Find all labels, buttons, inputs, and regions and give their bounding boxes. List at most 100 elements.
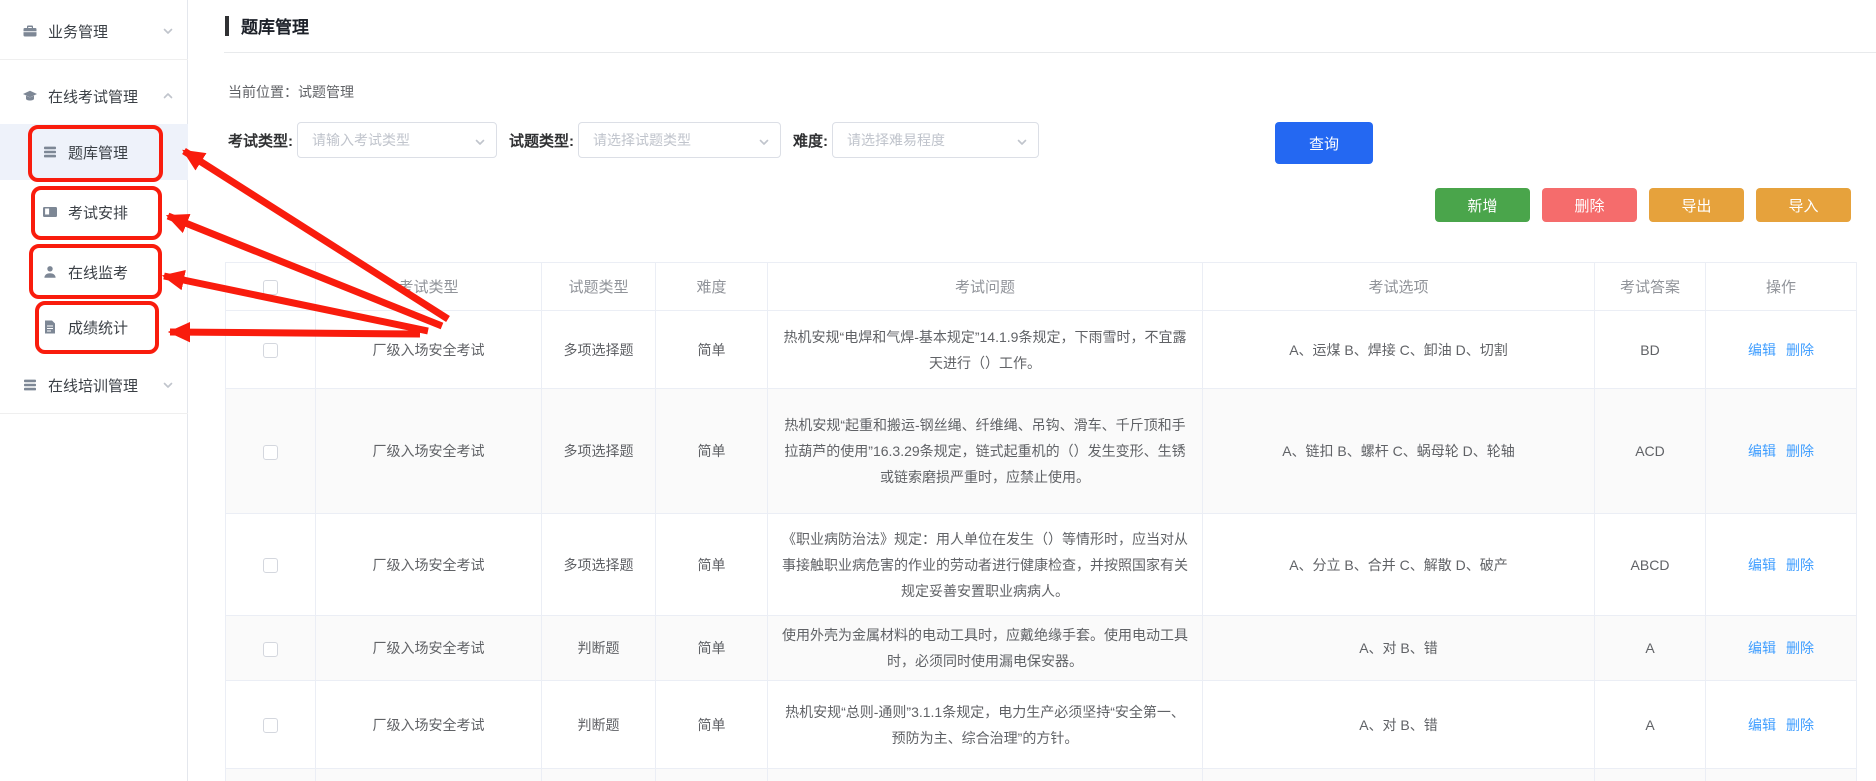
- query-button[interactable]: 查询: [1275, 122, 1373, 164]
- export-button[interactable]: 导出: [1649, 188, 1744, 222]
- delete-button[interactable]: 删除: [1542, 188, 1637, 222]
- edit-link[interactable]: 编辑: [1748, 342, 1776, 358]
- cell-operations: 编辑删除: [1706, 389, 1857, 514]
- sidebar-item-exam-schedule[interactable]: 考试安排: [0, 186, 188, 238]
- delete-link[interactable]: 删除: [1786, 342, 1814, 358]
- cell-options: A、对 B、错: [1203, 681, 1595, 769]
- cell-exam-type: 厂级入场安全考试: [316, 311, 542, 389]
- row-checkbox[interactable]: [263, 445, 278, 460]
- delete-link[interactable]: 删除: [1786, 640, 1814, 656]
- table-row: 厂级入场安全考试多项选择题简单热机安规“电焊和气焊-基本规定”14.1.9条规定…: [226, 311, 1857, 389]
- cell-difficulty: 简单: [656, 389, 768, 514]
- row-checkbox[interactable]: [263, 718, 278, 733]
- cell-exam-type: 厂级入场安全考试: [316, 681, 542, 769]
- cell-difficulty: 简单: [656, 311, 768, 389]
- cell-difficulty: 简单: [656, 616, 768, 681]
- column-header: 试题类型: [542, 263, 656, 311]
- column-header: 考试类型: [316, 263, 542, 311]
- action-button-bar: 新增 删除 导出 导入: [1435, 188, 1851, 222]
- cell-exam-type: 厂级入场安全考试: [316, 616, 542, 681]
- cell-operations: 编辑删除: [1706, 616, 1857, 681]
- sidebar-item-label: 在线监考: [68, 262, 128, 283]
- edit-link[interactable]: 编辑: [1748, 557, 1776, 573]
- sidebar: 业务管理 在线考试管理: [0, 0, 188, 781]
- sidebar-item-question-bank-management[interactable]: 题库管理: [0, 124, 188, 180]
- row-checkbox[interactable]: [263, 558, 278, 573]
- briefcase-icon: [22, 23, 38, 39]
- table-header-row: 考试类型试题类型难度考试问题考试选项考试答案操作: [226, 263, 1857, 311]
- filter-bar: 考试类型: 请输入考试类型 试题类型: 请选择试题类型 难度: 请选择难易程度: [228, 122, 1039, 158]
- page-title: 题库管理: [241, 13, 309, 38]
- list-icon: [22, 377, 38, 393]
- delete-link[interactable]: 删除: [1786, 443, 1814, 459]
- list-icon: [42, 144, 58, 160]
- cell-question-type: 判断题: [542, 616, 656, 681]
- document-icon: [42, 319, 58, 335]
- cell-question: 热机安规“总则-通则”3.1.1条规定，电力生产必须坚持“安全第一、预防为主、综…: [768, 681, 1203, 769]
- cell-exam-type: 厂级入场安全考试: [316, 514, 542, 616]
- title-accent-bar: [225, 16, 229, 36]
- delete-link[interactable]: 删除: [1786, 717, 1814, 733]
- header-divider: [224, 52, 1876, 53]
- cell-operations: 编辑删除: [1706, 514, 1857, 616]
- sidebar-item-label: 题库管理: [68, 142, 128, 163]
- chevron-down-icon: [474, 135, 486, 153]
- edit-link[interactable]: 编辑: [1748, 717, 1776, 733]
- exam-type-filter-input[interactable]: 请输入考试类型: [297, 122, 497, 158]
- exam-type-filter-label: 考试类型:: [228, 130, 293, 151]
- table-row: 厂级入场安全考试多项选择题简单热机安规“起重和搬运-钢丝绳、纤维绳、吊钩、滑车、…: [226, 389, 1857, 514]
- question-table: 考试类型试题类型难度考试问题考试选项考试答案操作 厂级入场安全考试多项选择题简单…: [225, 262, 1856, 781]
- table-row: 厂级入场安全考试判断题简单使用外壳为金属材料的电动工具时，应戴绝缘手套。使用电动…: [226, 616, 1857, 681]
- column-header: 操作: [1706, 263, 1857, 311]
- cell-question-type: 多项选择题: [542, 514, 656, 616]
- import-button[interactable]: 导入: [1756, 188, 1851, 222]
- add-button[interactable]: 新增: [1435, 188, 1530, 222]
- table-row: 厂级入场安全考试多项选择题简单《职业病防治法》规定：用人单位在发生（）等情形时，…: [226, 514, 1857, 616]
- sidebar-item-online-training-management[interactable]: 在线培训管理: [0, 363, 188, 407]
- table-row-partial: [226, 769, 1857, 781]
- question-type-placeholder: 请选择试题类型: [593, 130, 691, 150]
- graduation-cap-icon: [22, 88, 38, 104]
- question-type-filter-select[interactable]: 请选择试题类型: [578, 122, 781, 158]
- sidebar-divider: [0, 59, 188, 60]
- delete-link[interactable]: 删除: [1786, 557, 1814, 573]
- column-header: 考试问题: [768, 263, 1203, 311]
- page-title-bar: 题库管理: [225, 13, 309, 38]
- cell-operations: 编辑删除: [1706, 681, 1857, 769]
- cell-options: A、分立 B、合并 C、解散 D、破产: [1203, 514, 1595, 616]
- cell-question: 热机安规“起重和搬运-钢丝绳、纤维绳、吊钩、滑车、千斤顶和手拉葫芦的使用”16.…: [768, 389, 1203, 514]
- edit-link[interactable]: 编辑: [1748, 443, 1776, 459]
- cell-answer: A: [1595, 616, 1706, 681]
- user-icon: [42, 264, 58, 280]
- chevron-down-icon: [758, 135, 770, 153]
- sidebar-item-business-management[interactable]: 业务管理: [0, 9, 188, 53]
- row-checkbox[interactable]: [263, 343, 278, 358]
- sidebar-divider: [0, 413, 188, 414]
- chevron-down-icon: [162, 25, 174, 37]
- sidebar-item-online-exam-management[interactable]: 在线考试管理: [0, 74, 188, 118]
- cell-difficulty: 简单: [656, 681, 768, 769]
- sidebar-item-label: 业务管理: [48, 21, 108, 42]
- select-all-checkbox[interactable]: [263, 280, 278, 295]
- cell-question: 使用外壳为金属材料的电动工具时，应戴绝缘手套。使用电动工具时，必须同时使用漏电保…: [768, 616, 1203, 681]
- column-header: 难度: [656, 263, 768, 311]
- chevron-down-icon: [1016, 135, 1028, 153]
- cell-question: 《职业病防治法》规定：用人单位在发生（）等情形时，应当对从事接触职业病危害的作业…: [768, 514, 1203, 616]
- chevron-up-icon: [162, 90, 174, 102]
- cell-options: A、对 B、错: [1203, 616, 1595, 681]
- column-header: 考试选项: [1203, 263, 1595, 311]
- row-checkbox[interactable]: [263, 642, 278, 657]
- difficulty-filter-select[interactable]: 请选择难易程度: [832, 122, 1039, 158]
- app-window: 业务管理 在线考试管理: [0, 0, 1876, 781]
- difficulty-placeholder: 请选择难易程度: [847, 130, 945, 150]
- chevron-down-icon: [162, 379, 174, 391]
- sidebar-item-online-proctoring[interactable]: 在线监考: [0, 246, 188, 298]
- edit-link[interactable]: 编辑: [1748, 640, 1776, 656]
- exam-type-placeholder: 请输入考试类型: [312, 130, 410, 150]
- cell-question-type: 多项选择题: [542, 389, 656, 514]
- cell-answer: A: [1595, 681, 1706, 769]
- sidebar-item-score-statistics[interactable]: 成绩统计: [0, 301, 188, 353]
- cell-question: 热机安规“电焊和气焊-基本规定”14.1.9条规定，下雨雪时，不宜露天进行（）工…: [768, 311, 1203, 389]
- sidebar-item-label: 考试安排: [68, 202, 128, 223]
- cell-answer: BD: [1595, 311, 1706, 389]
